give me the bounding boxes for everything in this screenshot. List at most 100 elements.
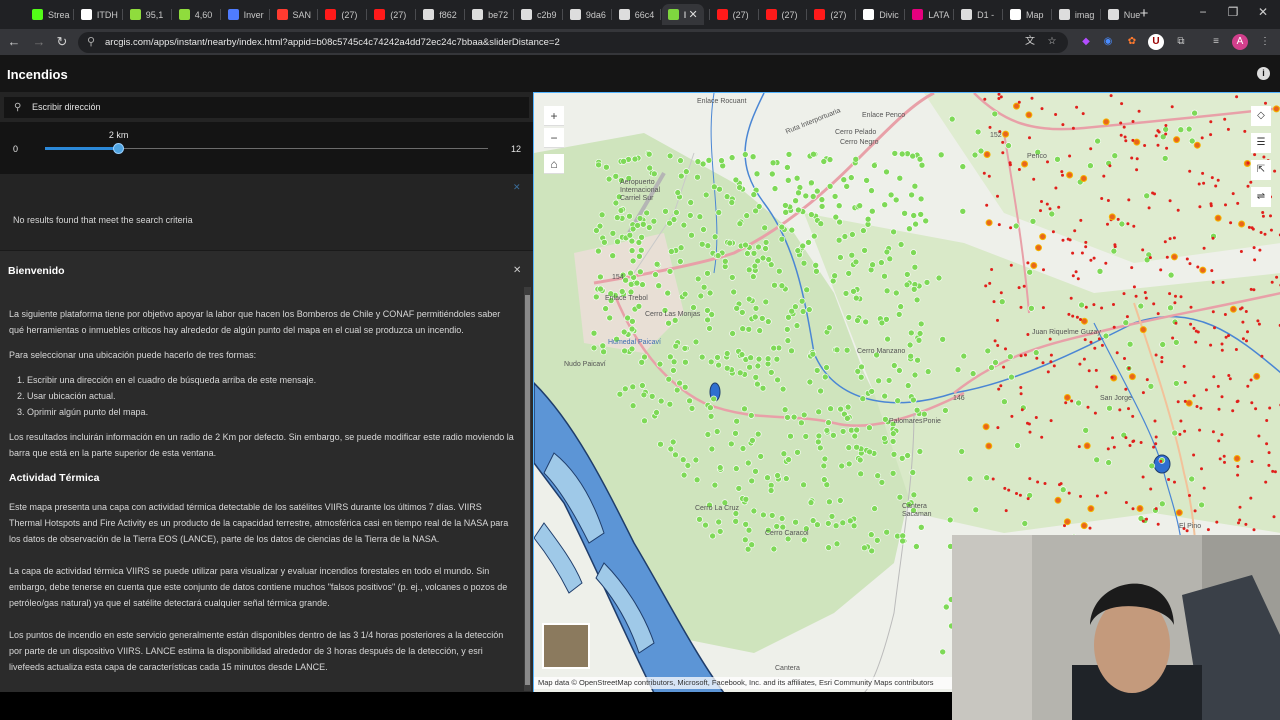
- translate-icon[interactable]: 文: [1022, 34, 1038, 50]
- map-marker: [741, 405, 748, 413]
- extensions-puzzle-icon[interactable]: ⧉: [1173, 34, 1189, 50]
- minimize-button[interactable]: −: [1196, 5, 1210, 19]
- close-tab-icon[interactable]: ✕: [688, 8, 697, 21]
- map-marker: [1161, 155, 1169, 162]
- ublock-icon[interactable]: U: [1148, 34, 1164, 50]
- fire-point: [1071, 274, 1075, 278]
- extension-icon[interactable]: ◉: [1100, 34, 1116, 50]
- browser-tab[interactable]: Strea: [26, 4, 72, 25]
- zoom-in-button[interactable]: +: [544, 106, 564, 126]
- map-marker: [669, 438, 677, 446]
- tab-active[interactable]: I ✕: [661, 4, 704, 25]
- map-marker: [881, 272, 888, 280]
- browser-tab[interactable]: c2b9: [515, 4, 561, 25]
- browser-tab[interactable]: be72: [466, 4, 512, 25]
- map-marker: [958, 448, 966, 455]
- fire-point: [1188, 262, 1192, 266]
- address-search-input[interactable]: ⚲ Escribir dirección: [4, 97, 529, 118]
- map-marker: [875, 377, 882, 385]
- fire-point: [1223, 460, 1226, 464]
- list-item: Oprimir algún punto del mapa.: [27, 404, 514, 420]
- browser-tab[interactable]: (27): [711, 4, 757, 25]
- fire-point: [1220, 342, 1224, 346]
- fire-point: [1247, 225, 1251, 229]
- browser-tab[interactable]: D1 -: [955, 4, 1001, 25]
- list-icon[interactable]: ☰: [1251, 133, 1271, 153]
- browser-tab[interactable]: SAN: [271, 4, 317, 25]
- maximize-button[interactable]: ❐: [1226, 5, 1240, 19]
- new-tab-button[interactable]: +: [1137, 5, 1151, 22]
- map-marker: [808, 179, 815, 187]
- address-bar[interactable]: ⚲ arcgis.com/apps/instant/nearby/index.h…: [78, 32, 1068, 53]
- fire-point: [1083, 442, 1091, 450]
- fire-point: [1220, 395, 1224, 399]
- browser-tab[interactable]: (27): [760, 4, 806, 25]
- fire-point: [1257, 434, 1261, 438]
- info-icon[interactable]: i: [1257, 67, 1270, 80]
- browser-menu-icon[interactable]: ⋮: [1257, 34, 1273, 50]
- scrollbar[interactable]: [524, 287, 531, 691]
- map-marker: [707, 404, 714, 412]
- filter-icon[interactable]: ⇌: [1251, 187, 1271, 207]
- map-marker: [782, 209, 789, 216]
- browser-tab[interactable]: f862: [417, 4, 463, 25]
- map-marker: [765, 318, 772, 325]
- scrollbar-thumb[interactable]: [525, 295, 530, 685]
- dismiss-icon[interactable]: ✕: [513, 182, 521, 193]
- map-marker: [790, 413, 798, 421]
- browser-tab[interactable]: imag: [1053, 4, 1099, 25]
- map-marker: [665, 319, 672, 327]
- browser-tab[interactable]: (27): [368, 4, 414, 25]
- santander-icon: [276, 9, 288, 20]
- browser-tab[interactable]: Divic: [857, 4, 903, 25]
- fire-point: [1264, 480, 1268, 484]
- fire-point: [997, 223, 1001, 227]
- back-icon[interactable]: ←: [4, 32, 24, 52]
- site-info-icon[interactable]: ⚲: [87, 32, 95, 53]
- map-marker: [704, 242, 712, 249]
- browser-tab[interactable]: Map: [1004, 4, 1050, 25]
- map-marker: [792, 518, 799, 526]
- fire-point: [1202, 246, 1206, 250]
- browser-tab[interactable]: 9da6: [564, 4, 610, 25]
- map-marker: [910, 286, 918, 293]
- profile-avatar[interactable]: A: [1232, 34, 1248, 50]
- welcome-body: La siguiente plataforma tiene por objeti…: [9, 306, 514, 684]
- map-marker: [815, 408, 823, 416]
- map-marker: [688, 231, 695, 239]
- browser-tab[interactable]: ITDH: [75, 4, 121, 25]
- browser-tab[interactable]: Inver: [222, 4, 268, 25]
- zoom-out-button[interactable]: −: [544, 128, 564, 148]
- map-marker: [687, 199, 694, 206]
- locate-icon[interactable]: ◇: [1251, 106, 1271, 126]
- map-marker: [843, 183, 851, 190]
- reload-icon[interactable]: ↻: [52, 32, 72, 52]
- map-marker: [825, 324, 833, 331]
- share-icon[interactable]: ⇱: [1251, 160, 1271, 180]
- slider-thumb[interactable]: [113, 143, 125, 154]
- close-window-button[interactable]: ✕: [1256, 5, 1270, 19]
- ai-icon: [1058, 9, 1070, 20]
- map-marker: [1110, 247, 1118, 255]
- basemap-toggle[interactable]: [542, 623, 590, 669]
- forward-icon[interactable]: →: [29, 32, 49, 52]
- browser-tab[interactable]: 4,60: [173, 4, 219, 25]
- browser-tab[interactable]: (27): [808, 4, 854, 25]
- browser-tab[interactable]: 66c4: [613, 4, 659, 25]
- tab-label: (27): [830, 9, 847, 20]
- fire-point: [1075, 105, 1079, 109]
- fire-point: [1109, 94, 1113, 98]
- browser-tab[interactable]: 95,1: [124, 4, 170, 25]
- fire-point: [1174, 321, 1178, 325]
- close-icon[interactable]: ✕: [513, 265, 521, 276]
- extension-icon[interactable]: ◆: [1078, 34, 1094, 50]
- reading-list-icon[interactable]: ≡: [1208, 34, 1224, 50]
- browser-tab[interactable]: (27): [319, 4, 365, 25]
- extension-icon[interactable]: ✿: [1124, 34, 1140, 50]
- bookmark-star-icon[interactable]: ☆: [1044, 34, 1060, 50]
- fire-point: [1270, 280, 1274, 284]
- browser-tab[interactable]: LATA: [906, 4, 952, 25]
- fire-point: [1106, 199, 1110, 202]
- fire-point: [1079, 318, 1082, 321]
- home-icon[interactable]: ⌂: [544, 154, 564, 174]
